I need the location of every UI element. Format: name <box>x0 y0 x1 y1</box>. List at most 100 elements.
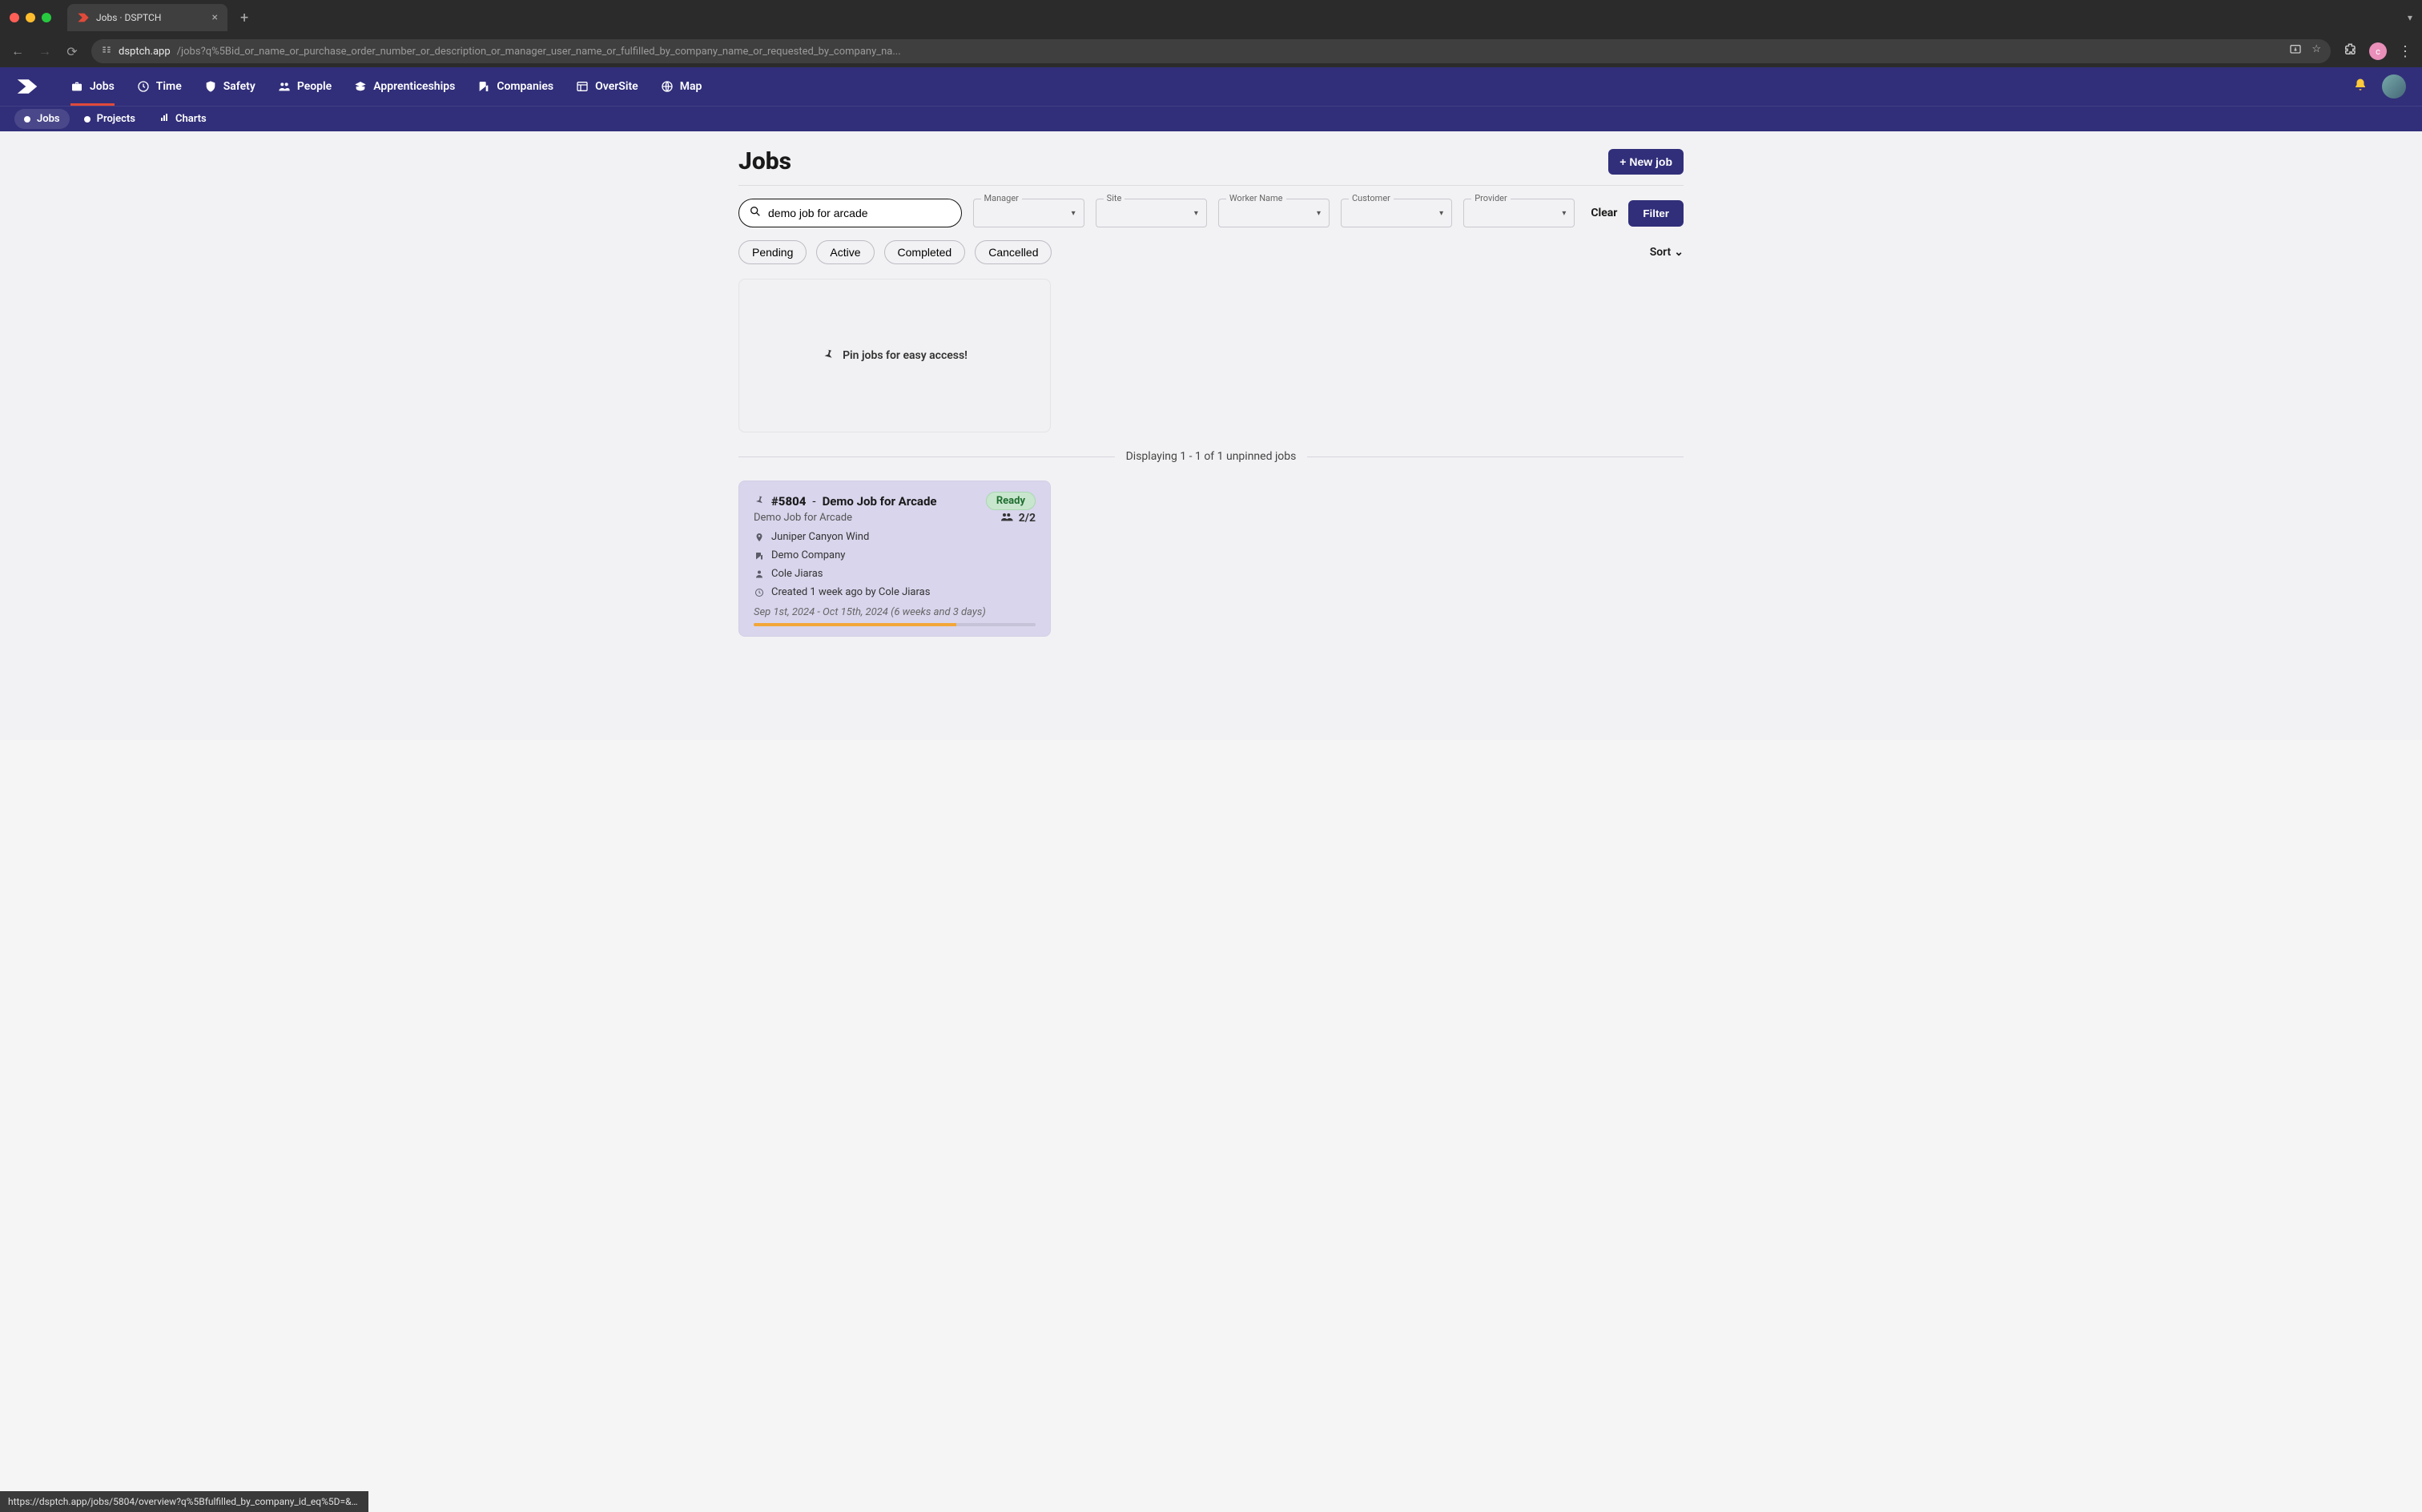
new-tab-button[interactable]: + <box>234 10 255 26</box>
filter-label: Site <box>1104 193 1125 203</box>
job-name: Demo Job for Arcade <box>823 494 937 509</box>
search-input[interactable] <box>768 207 952 219</box>
caret-down-icon: ▾ <box>1072 209 1076 218</box>
tabs-dropdown-icon[interactable]: ▾ <box>2408 12 2412 23</box>
nav-time[interactable]: Time <box>137 67 182 106</box>
nav-label: Map <box>680 80 702 93</box>
shield-icon <box>204 80 217 93</box>
job-subtitle: Demo Job for Arcade <box>754 512 852 524</box>
url-domain: dsptch.app <box>119 46 171 58</box>
caret-down-icon: ▾ <box>1562 209 1566 218</box>
filter-button[interactable]: Filter <box>1628 200 1684 227</box>
job-created: Created 1 week ago by Cole Jiaras <box>771 586 930 598</box>
caret-down-icon: ▾ <box>1194 209 1198 218</box>
job-site-line: Juniper Canyon Wind <box>754 531 1036 543</box>
job-manager: Cole Jiaras <box>771 568 823 580</box>
caret-down-icon: ▾ <box>1317 209 1321 218</box>
results-divider: Displaying 1 - 1 of 1 unpinned jobs <box>738 450 1684 463</box>
clock-icon <box>754 588 765 597</box>
nav-label: Companies <box>497 80 553 93</box>
nav-people[interactable]: People <box>278 67 332 106</box>
browser-tab-strip: Jobs · DSPTCH × + ▾ <box>0 0 2422 35</box>
maximize-window-button[interactable] <box>42 13 51 22</box>
tab-favicon-icon <box>77 11 90 24</box>
clock-icon <box>137 80 150 93</box>
close-window-button[interactable] <box>10 13 19 22</box>
user-avatar[interactable] <box>2382 74 2406 99</box>
subnav-label: Charts <box>175 113 207 125</box>
briefcase-icon <box>70 80 83 93</box>
page-header: Jobs + New job <box>738 147 1684 186</box>
job-dates: Sep 1st, 2024 - Oct 15th, 2024 (6 weeks … <box>754 606 1036 618</box>
dot-icon <box>24 116 30 123</box>
subnav-projects[interactable]: Projects <box>74 109 145 129</box>
filter-provider[interactable]: Provider ▾ <box>1463 199 1575 227</box>
app-top-nav: Jobs Time Safety People Apprenticeships … <box>0 67 2422 106</box>
browser-profile-button[interactable]: c <box>2369 42 2387 60</box>
chevron-down-icon: ⌄ <box>1674 246 1684 259</box>
nav-map[interactable]: Map <box>661 67 702 106</box>
chip-active[interactable]: Active <box>816 240 874 264</box>
job-card[interactable]: #5804 - Demo Job for Arcade Demo Job for… <box>738 481 1051 637</box>
workers-icon <box>1001 512 1014 525</box>
filter-label: Worker Name <box>1226 193 1286 203</box>
job-progress-fill <box>754 623 956 626</box>
thumbtack-icon <box>819 345 838 365</box>
nav-label: OverSite <box>595 80 638 93</box>
minimize-window-button[interactable] <box>26 13 35 22</box>
sort-label: Sort <box>1650 246 1672 259</box>
app-logo-icon[interactable] <box>16 78 38 95</box>
globe-icon <box>661 80 674 93</box>
subnav-label: Jobs <box>37 113 60 125</box>
site-info-icon[interactable] <box>101 44 112 58</box>
nav-companies[interactable]: Companies <box>477 67 553 106</box>
dot-icon <box>84 116 91 123</box>
job-id: #5804 <box>771 494 806 509</box>
pinned-jobs-placeholder: Pin jobs for easy access! <box>738 279 1051 432</box>
nav-label: Jobs <box>90 80 115 93</box>
chip-completed[interactable]: Completed <box>884 240 966 264</box>
filter-customer[interactable]: Customer ▾ <box>1341 199 1452 227</box>
nav-jobs[interactable]: Jobs <box>70 67 115 106</box>
address-bar[interactable]: dsptch.app /jobs?q%5Bid_or_name_or_purch… <box>91 39 2331 63</box>
bookmark-star-icon[interactable]: ☆ <box>2311 43 2321 59</box>
reload-button[interactable]: ⟳ <box>64 44 80 59</box>
job-progress-bar <box>754 623 1036 626</box>
tab-close-icon[interactable]: × <box>212 11 218 24</box>
nav-label: People <box>297 80 332 93</box>
filter-site[interactable]: Site ▾ <box>1096 199 1207 227</box>
workers-count: 2/2 <box>1019 512 1036 525</box>
nav-apprenticeships[interactable]: Apprenticeships <box>354 67 455 106</box>
nav-safety[interactable]: Safety <box>204 67 255 106</box>
nav-label: Safety <box>223 80 255 93</box>
person-icon <box>754 569 765 579</box>
new-job-button[interactable]: + New job <box>1608 149 1684 175</box>
filter-worker-name[interactable]: Worker Name ▾ <box>1218 199 1330 227</box>
browser-menu-icon[interactable]: ⋮ <box>2398 43 2412 60</box>
notifications-bell-icon[interactable] <box>2353 78 2368 96</box>
browser-tab[interactable]: Jobs · DSPTCH × <box>67 4 227 31</box>
install-app-icon[interactable] <box>2289 43 2302 59</box>
subnav-jobs[interactable]: Jobs <box>14 109 70 129</box>
status-chip-row: Pending Active Completed Cancelled Sort … <box>738 240 1684 264</box>
subnav-label: Projects <box>97 113 135 125</box>
job-company-line: Demo Company <box>754 549 1036 561</box>
extensions-icon[interactable] <box>2342 42 2358 60</box>
browser-status-bar: https://dsptch.app/jobs/5804/overview?q%… <box>0 1491 368 1512</box>
subnav-charts[interactable]: Charts <box>150 109 216 130</box>
job-created-line: Created 1 week ago by Cole Jiaras <box>754 586 1036 598</box>
clear-button[interactable]: Clear <box>1591 207 1617 219</box>
nav-oversite[interactable]: OverSite <box>576 67 638 106</box>
chip-cancelled[interactable]: Cancelled <box>975 240 1052 264</box>
pin-icon[interactable] <box>750 493 767 511</box>
search-input-wrapper[interactable] <box>738 199 962 227</box>
sort-button[interactable]: Sort ⌄ <box>1650 246 1684 259</box>
url-path: /jobs?q%5Bid_or_name_or_purchase_order_n… <box>177 46 901 58</box>
forward-button[interactable]: → <box>37 43 53 59</box>
back-button[interactable]: ← <box>10 43 26 59</box>
chip-pending[interactable]: Pending <box>738 240 807 264</box>
tab-title: Jobs · DSPTCH <box>96 12 161 23</box>
filter-manager[interactable]: Manager ▾ <box>973 199 1084 227</box>
job-site: Juniper Canyon Wind <box>771 531 869 543</box>
job-sep: - <box>812 494 815 509</box>
